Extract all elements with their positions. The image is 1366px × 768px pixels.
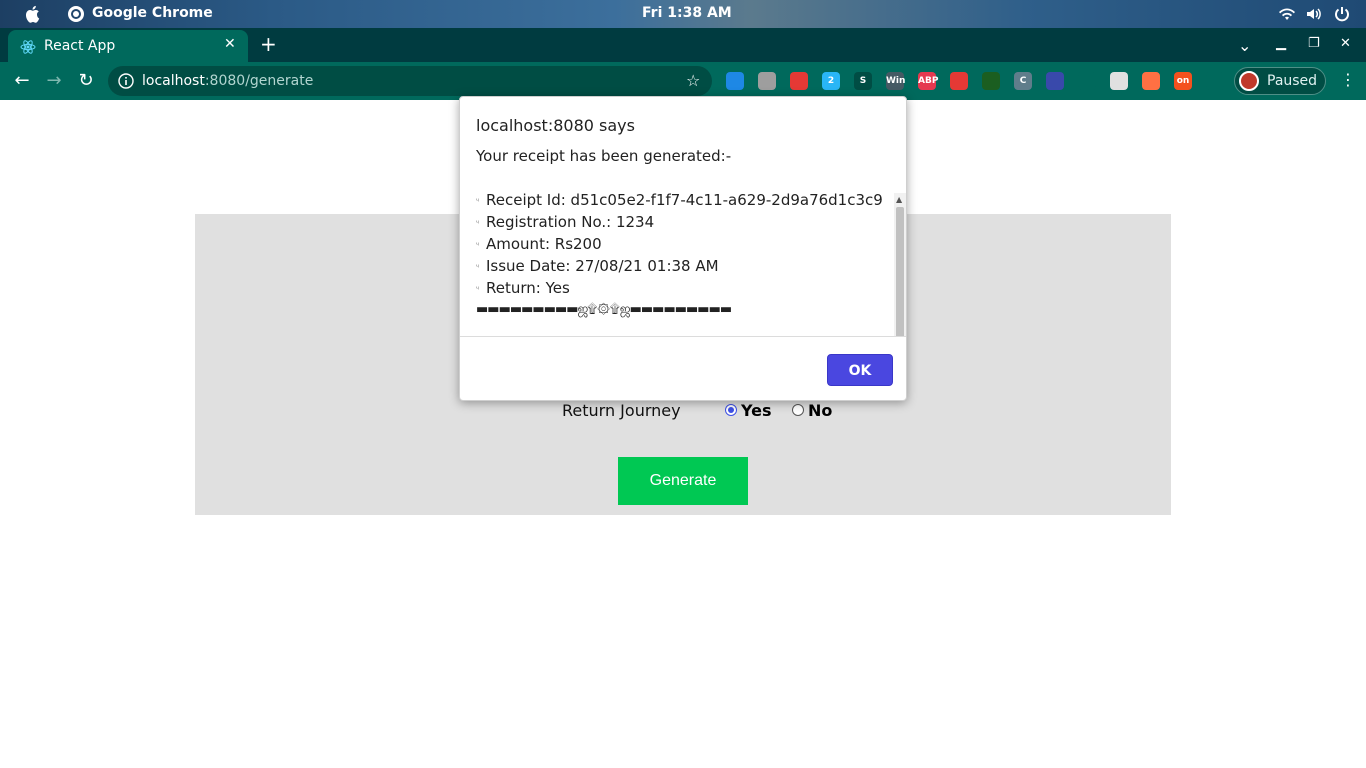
return-status: Return: Yes <box>486 279 570 297</box>
amount: Amount: Rs200 <box>486 235 602 253</box>
bullet-icon: ᶣ <box>476 240 479 249</box>
scroll-up-arrow-icon[interactable]: ▲ <box>896 195 902 204</box>
dialog-scrollbar[interactable]: ▲ ▼ <box>894 193 906 336</box>
abp-extension-icon[interactable]: ABP <box>918 72 938 90</box>
receipt-heading: Your receipt has been generated:- <box>476 147 732 165</box>
wifi-icon[interactable] <box>1278 6 1296 22</box>
bullet-icon: ᶣ <box>476 218 479 227</box>
address-bar[interactable]: localhost:8080/generate ☆ <box>108 66 712 96</box>
dialog-title: localhost:8080 says <box>476 116 635 135</box>
bullet-icon: ᶣ <box>476 196 479 205</box>
hand-stop-extension-icon[interactable] <box>790 72 808 90</box>
tab-react-app[interactable]: React App ✕ <box>8 30 248 62</box>
c-extension-icon[interactable]: C <box>1014 72 1032 90</box>
return-yes-label[interactable]: Yes <box>741 401 772 420</box>
react-favicon-icon <box>20 40 36 54</box>
screenshot-extension-icon[interactable] <box>1046 72 1064 90</box>
translate-extension-icon[interactable]: 2 <box>822 72 840 90</box>
dialog-message-area[interactable]: Your receipt has been generated:- ᶣ Recei… <box>460 145 906 337</box>
dialog-message: Your receipt has been generated:- ᶣ Recei… <box>476 145 886 321</box>
return-yes-radio[interactable] <box>725 404 737 416</box>
decorative-divider: ▬▬▬▬▬▬▬▬▬ஜ۩۞۩ஜ▬▬▬▬▬▬▬▬▬ <box>476 302 732 317</box>
back-arrow-icon[interactable]: ← <box>11 70 33 92</box>
shield-extension-icon[interactable] <box>758 72 776 90</box>
pdf-extension-icon[interactable]: on <box>1174 72 1192 90</box>
receipt-line: ᶣ Return: Yes <box>476 277 886 299</box>
return-no-radio[interactable] <box>792 404 804 416</box>
url-path: :8080/generate <box>204 73 314 89</box>
restore-window-icon[interactable]: ❐ <box>1308 36 1320 51</box>
registration-no: Registration No.: 1234 <box>486 213 655 231</box>
receipt-id: Receipt Id: d51c05e2-f1f7-4c11-a629-2d9a… <box>486 191 883 209</box>
volume-icon[interactable] <box>1305 6 1323 22</box>
profile-button[interactable]: Paused <box>1234 67 1326 95</box>
generate-button[interactable]: Generate <box>618 457 748 505</box>
url-text[interactable]: localhost:8080/generate <box>142 73 313 89</box>
url-host: localhost <box>142 73 205 89</box>
new-tab-button[interactable]: + <box>260 32 277 56</box>
close-window-icon[interactable]: ✕ <box>1340 36 1351 51</box>
active-app-name[interactable]: Google Chrome <box>92 5 213 21</box>
apple-icon[interactable] <box>24 5 40 23</box>
os-top-bar: Google Chrome Fri 1:38 AM <box>0 0 1366 28</box>
receipt-line: ᶣ Receipt Id: d51c05e2-f1f7-4c11-a629-2d9… <box>476 189 886 211</box>
chrome-menu-icon[interactable]: ⋮ <box>1340 70 1356 89</box>
reload-icon[interactable]: ↻ <box>75 70 97 92</box>
minimize-window-icon[interactable]: ▁ <box>1276 36 1286 51</box>
win-extension-icon[interactable]: Win <box>886 72 905 90</box>
site-info-icon[interactable] <box>118 73 134 89</box>
tab-search-icon[interactable]: ⌄ <box>1238 36 1251 55</box>
profile-status-label: Paused <box>1267 73 1318 89</box>
alert-dialog: localhost:8080 says Your receipt has bee… <box>459 96 907 401</box>
bookmark-star-icon[interactable]: ☆ <box>686 71 700 90</box>
return-journey-label: Return Journey <box>562 401 681 420</box>
bullet-icon: ᶣ <box>476 262 479 271</box>
forward-arrow-icon[interactable]: → <box>43 70 65 92</box>
puzzle-extensions-icon[interactable] <box>1206 72 1224 90</box>
issue-date: Issue Date: 27/08/21 01:38 AM <box>486 257 719 275</box>
bullet-icon: ᶣ <box>476 284 479 293</box>
ok-button[interactable]: OK <box>827 354 893 386</box>
profile-avatar <box>1239 71 1259 91</box>
download-extension-icon[interactable] <box>1078 72 1096 90</box>
browser-toolbar: ← → ↻ localhost:8080/generate ☆ 2 S Win ABP… <box>0 62 1366 100</box>
tab-strip: React App ✕ <box>0 28 1366 62</box>
receipt-line: ᶣ Amount: Rs200 <box>476 233 886 255</box>
system-clock[interactable]: Fri 1:38 AM <box>642 5 732 21</box>
return-no-label[interactable]: No <box>808 401 832 420</box>
chrome-logo-icon <box>68 6 84 22</box>
robot-extension-icon[interactable] <box>982 72 1000 90</box>
link-extension-icon[interactable] <box>726 72 744 90</box>
receipt-line: ᶣ Issue Date: 27/08/21 01:38 AM <box>476 255 886 277</box>
flame-extension-icon[interactable] <box>1142 72 1160 90</box>
s-extension-icon[interactable]: S <box>854 72 872 90</box>
youtube-extension-icon[interactable] <box>950 72 968 90</box>
receipt-line: ᶣ Registration No.: 1234 <box>476 211 886 233</box>
tab-title: React App <box>44 38 116 54</box>
scrollbar-thumb[interactable] <box>896 207 904 336</box>
tab-close-icon[interactable]: ✕ <box>224 36 236 52</box>
power-icon[interactable] <box>1334 6 1350 22</box>
window-extension-icon[interactable] <box>1110 72 1128 90</box>
